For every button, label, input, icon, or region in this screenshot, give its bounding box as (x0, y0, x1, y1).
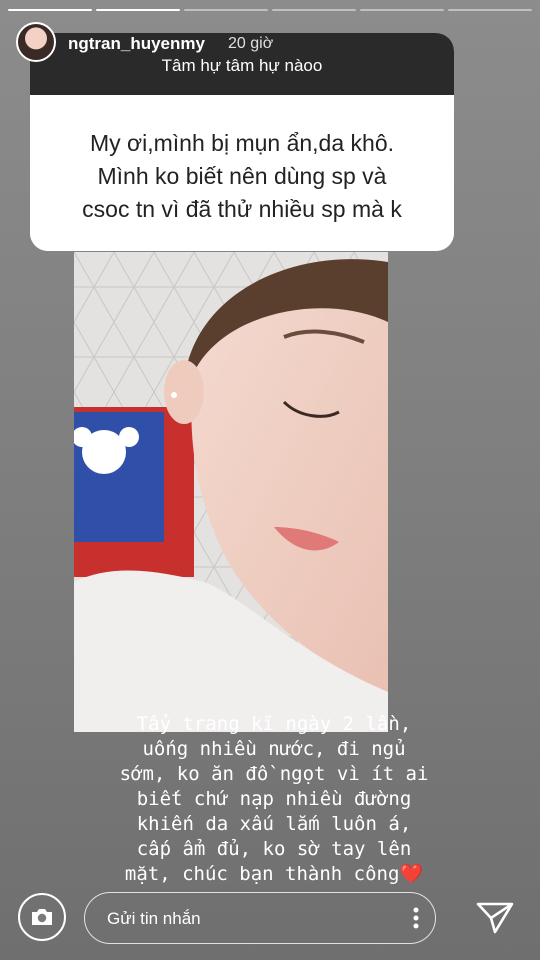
story-photo (74, 252, 388, 732)
more-vertical-icon[interactable] (413, 907, 419, 929)
post-time: 20 giờ (228, 35, 274, 52)
story-caption: Tẩy trang kĩ ngày 2 lần, uống nhiều nước… (94, 712, 454, 887)
question-text: My ơi,mình bị mụn ẩn,da khô. Mình ko biế… (30, 95, 454, 251)
camera-icon (32, 909, 52, 925)
progress-segment (448, 9, 532, 11)
question-title: Tâm hự tâm hự nàoo (161, 56, 323, 75)
question-sticker: Tâm hự tâm hự nàoo My ơi,mình bị mụn ẩn,… (30, 33, 454, 251)
message-placeholder: Gửi tin nhắn (107, 909, 201, 928)
send-icon[interactable] (474, 900, 516, 936)
story-progress-bar (8, 9, 532, 11)
photo-illustration (74, 252, 388, 732)
message-input[interactable]: Gửi tin nhắn (84, 892, 436, 944)
progress-segment (8, 9, 92, 11)
caption-text: Tẩy trang kĩ ngày 2 lần, uống nhiều nước… (119, 713, 429, 885)
progress-segment (184, 9, 268, 11)
camera-button[interactable] (18, 893, 66, 941)
avatar[interactable] (16, 22, 56, 62)
heart-emoji: ❤️ (399, 863, 424, 885)
progress-segment (272, 9, 356, 11)
progress-segment (360, 9, 444, 11)
progress-segment (96, 9, 180, 11)
username[interactable]: ngtran_huyenmy (68, 34, 205, 54)
